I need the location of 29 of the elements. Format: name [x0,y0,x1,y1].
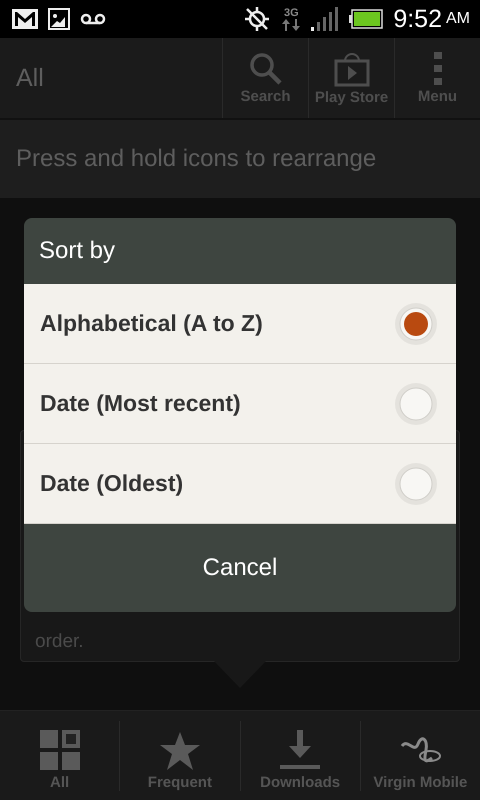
voicemail-icon [80,13,106,25]
shopping-bag-icon [334,50,370,86]
menu-icon [434,52,442,86]
radio-button[interactable] [394,462,438,506]
nav-tab[interactable]: Virgin Mobile [360,721,480,791]
dialog-title: Sort by [38,236,116,266]
nav-tab[interactable]: Downloads [240,721,360,791]
mail-icon [12,9,38,29]
star-icon [160,732,200,770]
download-icon [280,730,320,770]
sort-option[interactable]: Alphabetical (A to Z) [24,284,456,364]
clock-meridiem: AM [446,10,470,28]
sort-option[interactable]: Date (Oldest) [24,444,456,524]
hint-text: Press and hold icons to rearrange [15,145,376,173]
search-icon [248,52,282,86]
gps-off-icon [243,5,272,33]
screen-title: All [15,64,45,92]
cancel-button[interactable]: Cancel [24,524,456,612]
signal-icon [311,7,340,31]
radio-button[interactable] [394,382,438,426]
grid-icon [40,730,80,770]
nav-tab[interactable]: All [0,721,120,791]
nav-tab[interactable]: Frequent [119,721,240,791]
data-indicator: 3G [281,8,302,30]
battery-icon [349,9,384,29]
sort-option[interactable]: Date (Most recent) [24,364,456,444]
clock: 9:52 [393,4,442,34]
image-icon [48,8,70,30]
radio-button[interactable] [394,302,438,346]
